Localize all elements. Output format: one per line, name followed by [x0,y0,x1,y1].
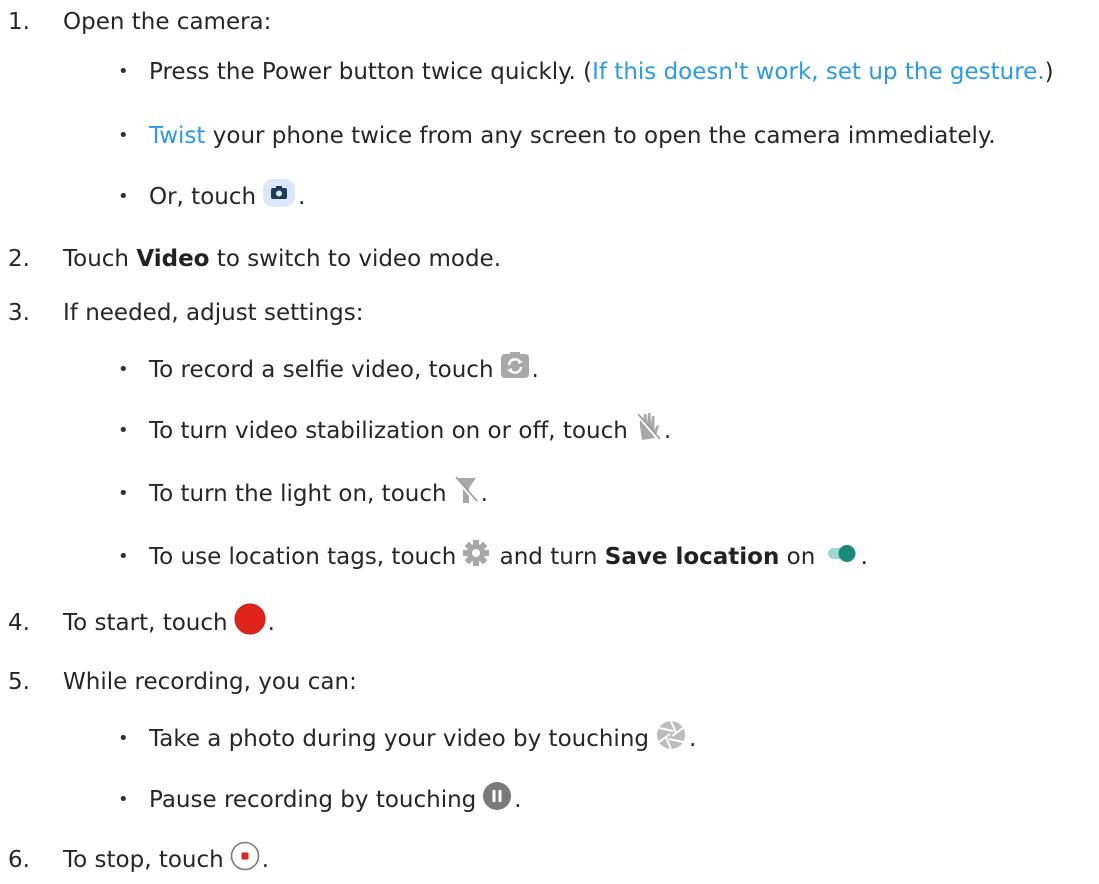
record-button-icon [234,603,266,643]
step-number: 5. [8,669,30,695]
bullet: • [118,483,129,504]
shutter-icon [655,719,687,759]
step-text: If needed, adjust settings: [63,300,364,326]
stabilization-off-icon [634,412,662,450]
pause-icon [482,781,512,819]
bullet: • [118,359,129,380]
twist-text: your phone twice from any screen to open… [205,123,996,149]
light-text: To turn the light on, touch [149,481,447,507]
bullet: • [118,125,129,146]
save-location-label: Save location [604,544,780,570]
step-text: Touch Video to switch to video mode. [63,244,501,274]
bullet-text: To turn the light on, touch . [149,475,488,513]
period: . [531,357,539,383]
toggle-on-icon [825,541,859,573]
selfie-text: To record a selfie video, touch [149,357,494,383]
start-text: To start, touch [63,610,228,636]
stabilization-text: To turn video stabilization on or off, t… [149,418,628,444]
bullet-text: Pause recording by touching . [149,781,522,819]
stop-text: To stop, touch [63,847,224,873]
pause-text: Pause recording by touching [149,787,477,813]
period: . [298,184,306,210]
bullet-text: Press the Power button twice quickly. (I… [149,57,1054,87]
location-text: To use location tags, touch [149,544,457,570]
step-number: 4. [8,610,30,636]
bullet: • [118,789,129,810]
bullet: • [118,728,129,749]
period: . [663,418,672,444]
power-text: Press the Power button twice quickly. ( [149,59,593,85]
bullet-text: Or, touch . [149,178,305,216]
period: . [514,787,522,813]
period: . [261,847,270,873]
twist-link[interactable]: Twist [149,123,205,149]
bullet: • [118,61,129,82]
step-number: 1. [8,9,30,35]
period: . [689,726,697,752]
flashlight-off-icon [453,475,479,513]
step-number: 6. [8,847,30,873]
stop-record-icon [230,841,260,879]
step-text-post: to switch to video mode. [209,246,502,272]
location-text-on: on [779,544,823,570]
period: . [267,610,275,636]
touch-text: Or, touch [149,184,257,210]
step-number: 2. [8,246,30,272]
photo-text: Take a photo during your video by touchi… [149,726,650,752]
step-text-pre: Touch [63,246,137,272]
bullet-text: To record a selfie video, touch . [149,352,539,388]
bullet-text: To use location tags, touch and turn Sav… [149,539,868,575]
period: . [480,481,488,507]
bullet: • [118,420,129,441]
switch-camera-icon [500,352,530,388]
step-text: To start, touch . [63,603,275,643]
video-label: Video [136,246,210,272]
close-paren: ) [1044,59,1054,85]
gear-icon [462,539,490,575]
location-text-mid: and turn [492,544,605,570]
bullet: • [118,546,129,567]
bullet: • [118,186,129,207]
bullet-text: To turn video stabilization on or off, t… [149,412,671,450]
step-text: While recording, you can: [63,669,357,695]
step-text: To stop, touch . [63,841,269,879]
bullet-text: Take a photo during your video by touchi… [149,719,696,759]
bullet-text: Twist your phone twice from any screen t… [149,121,996,151]
camera-app-icon [262,178,296,216]
setup-gesture-link[interactable]: If this doesn't work, set up the gesture… [592,59,1045,85]
step-number: 3. [8,300,30,326]
step-text: Open the camera: [63,9,272,35]
period: . [860,544,868,570]
